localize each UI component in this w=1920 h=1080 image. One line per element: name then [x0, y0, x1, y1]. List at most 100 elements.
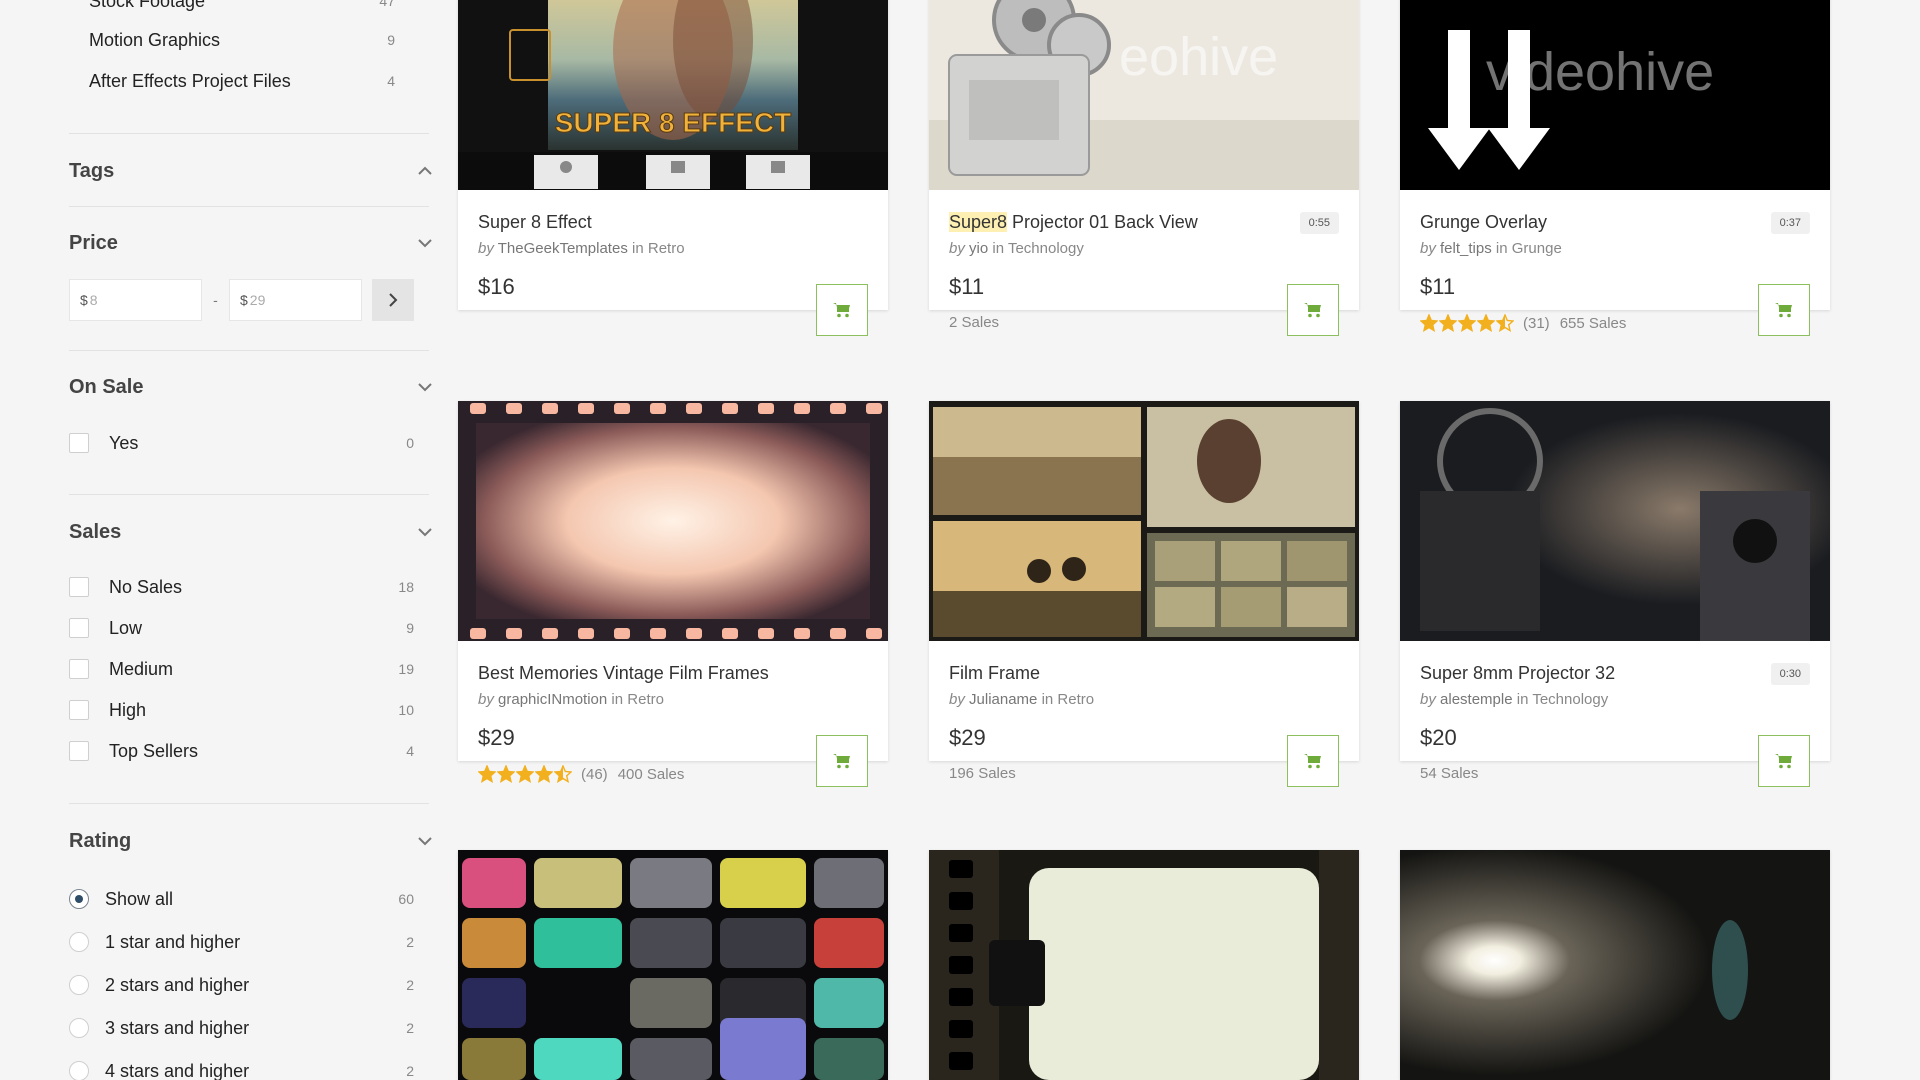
- in-label: in: [1516, 691, 1529, 708]
- price-max-input[interactable]: [249, 292, 350, 308]
- section-title: On Sale: [69, 375, 144, 398]
- shopping-cart-icon: [1775, 754, 1792, 769]
- tags-section-header[interactable]: Tags: [69, 155, 432, 187]
- radio[interactable]: [69, 1061, 89, 1080]
- item-title[interactable]: Film Frame: [949, 663, 1040, 684]
- sales-option-low[interactable]: Low 9: [69, 613, 414, 643]
- checkbox[interactable]: [69, 577, 89, 597]
- category-link[interactable]: Technology: [1008, 240, 1084, 257]
- item-thumbnail[interactable]: eohive: [929, 0, 1359, 190]
- item-thumbnail[interactable]: [929, 850, 1359, 1080]
- item-card[interactable]: SUPER 8 EFFECT Super 8 Effect by TheGeek…: [458, 0, 888, 336]
- author-link[interactable]: yio: [969, 240, 988, 257]
- price-min-input[interactable]: [89, 292, 190, 308]
- section-title: Tags: [69, 159, 115, 182]
- section-title: Rating: [69, 829, 132, 852]
- item-thumbnail[interactable]: [1400, 401, 1830, 641]
- duration-badge: 0:37: [1770, 212, 1810, 234]
- rating-option-4-stars[interactable]: 4 stars and higher 2: [69, 1056, 414, 1080]
- price-max-field[interactable]: $: [229, 279, 362, 321]
- item-card[interactable]: [929, 850, 1359, 1080]
- category-item-after-effects[interactable]: After Effects Project Files 4: [89, 66, 429, 96]
- item-thumbnail[interactable]: [929, 401, 1359, 641]
- item-title[interactable]: Best Memories Vintage Film Frames: [478, 663, 769, 684]
- sales-option-high[interactable]: High 10: [69, 695, 414, 725]
- chevron-down-icon: [418, 382, 432, 393]
- item-card[interactable]: [458, 850, 888, 1080]
- star-rating: [1420, 314, 1515, 332]
- by-label: by: [949, 691, 965, 708]
- item-thumbnail[interactable]: [458, 850, 888, 1080]
- item-card[interactable]: Super 8mm Projector 32 0:30 by alestempl…: [1400, 401, 1830, 787]
- item-meta: (31) 655 Sales: [1420, 314, 1626, 332]
- rating-option-show-all[interactable]: Show all 60: [69, 884, 414, 914]
- checkbox[interactable]: [69, 741, 89, 761]
- on-sale-section-header[interactable]: On Sale: [69, 371, 432, 403]
- rating-option-2-stars[interactable]: 2 stars and higher 2: [69, 970, 414, 1000]
- author-link[interactable]: graphicINmotion: [498, 691, 607, 708]
- chevron-down-icon: [418, 238, 432, 249]
- price-min-field[interactable]: $: [69, 279, 202, 321]
- radio[interactable]: [69, 1018, 89, 1038]
- rating-count: (31): [1523, 314, 1550, 332]
- checkbox[interactable]: [69, 433, 89, 453]
- category-link[interactable]: Technology: [1532, 691, 1608, 708]
- add-to-cart-button[interactable]: [1758, 735, 1810, 787]
- add-to-cart-button[interactable]: [1758, 284, 1810, 336]
- sales-section-header[interactable]: Sales: [69, 516, 432, 548]
- item-title[interactable]: Super 8 Effect: [478, 212, 592, 233]
- item-title[interactable]: Grunge Overlay: [1420, 212, 1547, 233]
- category-item-stock-footage[interactable]: Stock Footage 47: [89, 0, 429, 16]
- item-title[interactable]: Super 8mm Projector 32: [1420, 663, 1615, 684]
- item-thumbnail[interactable]: videohive: [1400, 0, 1830, 190]
- item-card[interactable]: eohive Super8 Projector 01 Back View 0:5…: [929, 0, 1359, 336]
- sales-option-no-sales[interactable]: No Sales 18: [69, 572, 414, 602]
- author-link[interactable]: alestemple: [1440, 691, 1513, 708]
- radio[interactable]: [69, 975, 89, 995]
- rating-option-3-stars[interactable]: 3 stars and higher 2: [69, 1013, 414, 1043]
- author-link[interactable]: Julianame: [969, 691, 1037, 708]
- item-thumbnail[interactable]: [1400, 850, 1830, 1080]
- category-link[interactable]: Retro: [1057, 691, 1094, 708]
- checkbox[interactable]: [69, 618, 89, 638]
- item-card[interactable]: Film Frame by Julianame in Retro $29 196…: [929, 401, 1359, 787]
- by-label: by: [1420, 240, 1436, 257]
- star-icon: [478, 765, 496, 783]
- category-link[interactable]: Retro: [648, 240, 685, 257]
- add-to-cart-button[interactable]: [816, 284, 868, 336]
- item-card[interactable]: [1400, 850, 1830, 1080]
- item-card[interactable]: videohive Grunge Overlay 0:37 by felt_ti…: [1400, 0, 1830, 336]
- category-link[interactable]: Grunge: [1512, 240, 1562, 257]
- author-link[interactable]: felt_tips: [1440, 240, 1492, 257]
- item-title[interactable]: Super8 Projector 01 Back View: [949, 212, 1198, 233]
- checkbox[interactable]: [69, 659, 89, 679]
- author-link[interactable]: TheGeekTemplates: [498, 240, 628, 257]
- item-details: Super8 Projector 01 Back View 0:55 by yi…: [929, 190, 1359, 336]
- item-thumbnail[interactable]: SUPER 8 EFFECT: [458, 0, 888, 190]
- sales-option-medium[interactable]: Medium 19: [69, 654, 414, 684]
- checkbox[interactable]: [69, 700, 89, 720]
- radio-selected[interactable]: [69, 889, 89, 909]
- item-thumbnail[interactable]: [458, 401, 888, 641]
- option-label: 2 stars and higher: [105, 974, 250, 995]
- add-to-cart-button[interactable]: [816, 735, 868, 787]
- rating-section-header[interactable]: Rating: [69, 825, 432, 857]
- item-meta: 196 Sales: [949, 765, 1016, 782]
- item-details: Grunge Overlay 0:37 by felt_tips in Grun…: [1400, 190, 1830, 336]
- item-card[interactable]: Best Memories Vintage Film Frames by gra…: [458, 401, 888, 787]
- price-submit-button[interactable]: [372, 279, 414, 321]
- category-link[interactable]: Retro: [627, 691, 664, 708]
- sales-option-top-sellers[interactable]: Top Sellers 4: [69, 736, 414, 766]
- sales-count: 400 Sales: [617, 765, 685, 783]
- price-section-header[interactable]: Price: [69, 227, 432, 259]
- category-item-motion-graphics[interactable]: Motion Graphics 9: [89, 25, 429, 55]
- rating-option-1-star[interactable]: 1 star and higher 2: [69, 927, 414, 957]
- add-to-cart-button[interactable]: [1287, 284, 1339, 336]
- add-to-cart-button[interactable]: [1287, 735, 1339, 787]
- item-price: $16: [478, 274, 515, 299]
- radio[interactable]: [69, 932, 89, 952]
- in-label: in: [1041, 691, 1054, 708]
- item-details: Best Memories Vintage Film Frames by gra…: [458, 641, 888, 787]
- item-byline: by yio in Technology: [949, 240, 1084, 257]
- on-sale-option-yes[interactable]: Yes 0: [69, 428, 414, 458]
